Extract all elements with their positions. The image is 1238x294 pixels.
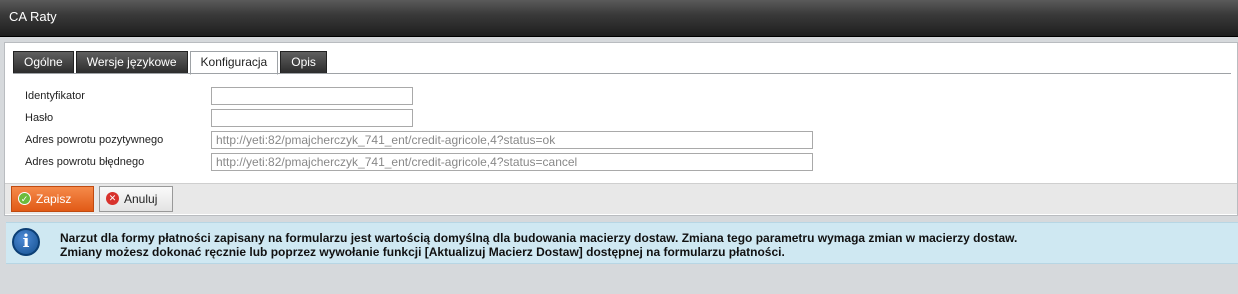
success-url-input[interactable] xyxy=(211,131,813,149)
password-input[interactable] xyxy=(211,109,413,127)
cancel-button-label: Anuluj xyxy=(124,192,158,206)
success-url-label: Adres powrotu pozytywnego xyxy=(25,134,164,146)
password-label: Hasło xyxy=(25,112,54,124)
info-line-2: Zmiany możesz dokonać ręcznie lub poprze… xyxy=(60,245,785,259)
settings-panel: Ogólne Wersje językowe Konfiguracja Opis… xyxy=(4,42,1238,216)
info-icon: i xyxy=(12,228,40,256)
save-button[interactable]: ✓ Zapisz xyxy=(11,186,94,212)
save-button-label: Zapisz xyxy=(36,192,72,206)
error-url-label: Adres powrotu błędnego xyxy=(25,156,145,168)
info-line-1: Narzut dla formy płatności zapisany na f… xyxy=(60,231,1018,245)
window-titlebar: CA Raty xyxy=(0,0,1238,37)
configuration-form: Identyfikator Hasło Adres powrotu pozyty… xyxy=(13,73,1231,180)
check-circle-icon: ✓ xyxy=(18,192,31,205)
error-url-input[interactable] xyxy=(211,153,813,171)
tab-configuration[interactable]: Konfiguracja xyxy=(189,51,279,75)
identifier-input[interactable] xyxy=(211,87,413,105)
tab-description[interactable]: Opis xyxy=(280,51,327,73)
close-circle-icon: ✕ xyxy=(106,192,119,205)
button-bar: ✓ Zapisz ✕ Anuluj xyxy=(5,183,1237,214)
identifier-label: Identyfikator xyxy=(25,90,85,102)
info-text: Narzut dla formy płatności zapisany na f… xyxy=(60,231,1017,259)
cancel-button[interactable]: ✕ Anuluj xyxy=(99,186,173,212)
info-message: i Narzut dla formy płatności zapisany na… xyxy=(6,222,1238,264)
tab-general[interactable]: Ogólne xyxy=(13,51,74,73)
tab-language-versions[interactable]: Wersje językowe xyxy=(75,51,188,73)
window-title: CA Raty xyxy=(9,9,57,24)
tab-bar: Ogólne Wersje językowe Konfiguracja Opis xyxy=(13,51,329,75)
